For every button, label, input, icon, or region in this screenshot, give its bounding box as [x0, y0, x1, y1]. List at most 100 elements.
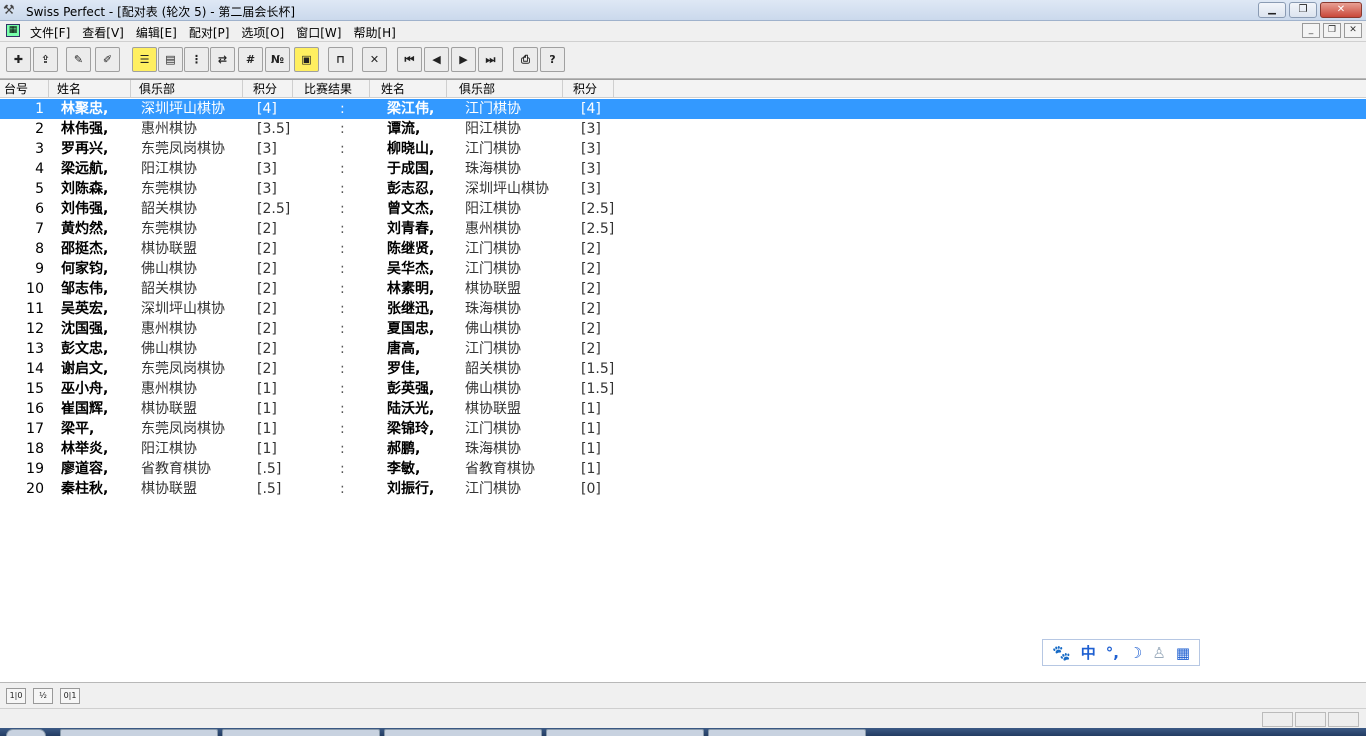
- result-cell[interactable]: :: [340, 419, 345, 439]
- pairing-row[interactable]: 14 谢启文, 东莞凤岗棋协 [2]: 罗佳, 韶关棋协 [1.5]: [0, 359, 1366, 379]
- last-round-icon[interactable]: ⏭: [478, 47, 503, 72]
- pairing-row[interactable]: 20 秦柱秋, 棋协联盟 [.5]: 刘振行, 江门棋协 [0]: [0, 479, 1366, 499]
- result-cell[interactable]: :: [340, 479, 345, 499]
- result-cell[interactable]: :: [340, 379, 345, 399]
- close-button[interactable]: ✕: [1320, 2, 1362, 18]
- result-white-win-button[interactable]: 1|0: [6, 688, 26, 704]
- result-cell[interactable]: :: [340, 439, 345, 459]
- pairing-row[interactable]: 9 何家钧, 佛山棋协 [2]: 吴华杰, 江门棋协 [2]: [0, 259, 1366, 279]
- standings-icon[interactable]: ▤: [158, 47, 183, 72]
- result-cell[interactable]: :: [340, 219, 345, 239]
- table-view-icon[interactable]: ⊓: [328, 47, 353, 72]
- edit-players-icon[interactable]: ✎: [66, 47, 91, 72]
- taskbar-item[interactable]: [546, 729, 704, 736]
- doc-minimize-button[interactable]: _: [1302, 23, 1320, 38]
- app-icon[interactable]: ⚒: [3, 3, 19, 18]
- pairing-row[interactable]: 3 罗再兴, 东莞凤岗棋协 [3]: 柳晓山, 江门棋协 [3]: [0, 139, 1366, 159]
- new-tournament-icon[interactable]: ✚: [6, 47, 31, 72]
- column-header-club1[interactable]: 俱乐部: [135, 80, 243, 98]
- pairing-row[interactable]: 7 黄灼然, 东莞棋协 [2]: 刘青春, 惠州棋协 [2.5]: [0, 219, 1366, 239]
- doc-close-button[interactable]: ✕: [1344, 23, 1362, 38]
- column-header-name2[interactable]: 姓名: [377, 80, 447, 98]
- result-cell[interactable]: :: [340, 399, 345, 419]
- restore-button[interactable]: ❐: [1289, 2, 1317, 18]
- pair-round-icon[interactable]: ⇄: [210, 47, 235, 72]
- delete-round-icon[interactable]: ✕: [362, 47, 387, 72]
- pairing-row[interactable]: 1 林聚忠, 深圳坪山棋协 [4]: 梁江伟, 江门棋协 [4]: [0, 99, 1366, 119]
- column-header-club2[interactable]: 俱乐部: [455, 80, 563, 98]
- pairing-row[interactable]: 4 梁远航, 阳江棋协 [3]: 于成国, 珠海棋协 [3]: [0, 159, 1366, 179]
- edit-players-yellow-icon[interactable]: ✐: [95, 47, 120, 72]
- pairing-row[interactable]: 2 林伟强, 惠州棋协 [3.5]: 谭流, 阳江棋协 [3]: [0, 119, 1366, 139]
- crosstable-icon[interactable]: ⋮: [184, 47, 209, 72]
- print-icon[interactable]: ⎙: [513, 47, 538, 72]
- pairing-row[interactable]: 15 巫小舟, 惠州棋协 [1]: 彭英强, 佛山棋协 [1.5]: [0, 379, 1366, 399]
- result-draw-button[interactable]: ½: [33, 688, 53, 704]
- menu-item[interactable]: 选项[O]: [235, 23, 290, 42]
- result-cell[interactable]: :: [340, 159, 345, 179]
- ime-mode-toggle[interactable]: 中: [1081, 642, 1096, 663]
- result-cell[interactable]: :: [340, 359, 345, 379]
- next-round-icon[interactable]: ▶: [451, 47, 476, 72]
- result-black-win-button[interactable]: 0|1: [60, 688, 80, 704]
- menu-item[interactable]: 编辑[E]: [130, 23, 183, 42]
- document-icon[interactable]: ▦: [6, 24, 20, 37]
- start-button[interactable]: [6, 729, 46, 736]
- pairing-row[interactable]: 5 刘陈森, 东莞棋协 [3]: 彭志忍, 深圳坪山棋协 [3]: [0, 179, 1366, 199]
- menu-item[interactable]: 帮助[H]: [347, 23, 401, 42]
- result-cell[interactable]: :: [340, 319, 345, 339]
- pairing-row[interactable]: 6 刘伟强, 韶关棋协 [2.5]: 曾文杰, 阳江棋协 [2.5]: [0, 199, 1366, 219]
- result-cell[interactable]: :: [340, 339, 345, 359]
- punctuation-icon[interactable]: °,: [1106, 644, 1119, 662]
- pairing-row[interactable]: 8 邵挺杰, 棋协联盟 [2]: 陈继贤, 江门棋协 [2]: [0, 239, 1366, 259]
- numbers-icon[interactable]: №: [265, 47, 290, 72]
- result-cell[interactable]: :: [340, 199, 345, 219]
- paw-icon[interactable]: 🐾: [1052, 644, 1071, 662]
- result-cell[interactable]: :: [340, 99, 345, 119]
- taskbar-item[interactable]: [222, 729, 380, 736]
- pairing-row[interactable]: 13 彭文忠, 佛山棋协 [2]: 唐高, 江门棋协 [2]: [0, 339, 1366, 359]
- menu-item[interactable]: 窗口[W]: [290, 23, 347, 42]
- pairing-row[interactable]: 17 梁平, 东莞凤岗棋协 [1]: 梁锦玲, 江门棋协 [1]: [0, 419, 1366, 439]
- pairing-row[interactable]: 11 吴英宏, 深圳坪山棋协 [2]: 张继迅, 珠海棋协 [2]: [0, 299, 1366, 319]
- minimize-button[interactable]: ▁: [1258, 2, 1286, 18]
- taskbar-item[interactable]: [708, 729, 866, 736]
- result-cell[interactable]: :: [340, 459, 345, 479]
- menu-item[interactable]: 配对[P]: [183, 23, 236, 42]
- column-header-name1[interactable]: 姓名: [53, 80, 131, 98]
- moon-icon[interactable]: ☽: [1129, 644, 1142, 662]
- previous-round-icon[interactable]: ◀: [424, 47, 449, 72]
- result-cell[interactable]: :: [340, 139, 345, 159]
- pairing-row[interactable]: 10 邹志伟, 韶关棋协 [2]: 林素明, 棋协联盟 [2]: [0, 279, 1366, 299]
- help-icon[interactable]: ?: [540, 47, 565, 72]
- column-header-points1[interactable]: 积分: [249, 80, 293, 98]
- result-cell[interactable]: :: [340, 119, 345, 139]
- column-header-points2[interactable]: 积分: [569, 80, 614, 98]
- result-cell[interactable]: :: [340, 179, 345, 199]
- result-cell[interactable]: :: [340, 299, 345, 319]
- status-panel: [1295, 712, 1326, 727]
- column-header-board[interactable]: 台号: [0, 80, 49, 98]
- open-tournament-icon[interactable]: ⇪: [33, 47, 58, 72]
- taskbar-item[interactable]: [384, 729, 542, 736]
- white-player-points: [1]: [257, 381, 277, 397]
- pairing-row[interactable]: 18 林举炎, 阳江棋协 [1]: 郝鹏, 珠海棋协 [1]: [0, 439, 1366, 459]
- first-round-icon[interactable]: ⏮: [397, 47, 422, 72]
- result-cell[interactable]: :: [340, 259, 345, 279]
- user-icon[interactable]: ♙: [1152, 644, 1165, 662]
- doc-restore-button[interactable]: ❐: [1323, 23, 1341, 38]
- menu-item[interactable]: 查看[V]: [76, 23, 130, 42]
- grid-menu-icon[interactable]: ▦: [1176, 644, 1190, 662]
- column-header-result[interactable]: 比赛结果: [300, 80, 370, 98]
- menu-item[interactable]: 文件[F]: [24, 23, 76, 42]
- pairing-row[interactable]: 16 崔国辉, 棋协联盟 [1]: 陆沃光, 棋协联盟 [1]: [0, 399, 1366, 419]
- report-icon[interactable]: ▣: [294, 47, 319, 72]
- pairing-row[interactable]: 12 沈国强, 惠州棋协 [2]: 夏国忠, 佛山棋协 [2]: [0, 319, 1366, 339]
- pairing-row[interactable]: 19 廖道容, 省教育棋协 [.5]: 李敏, 省教育棋协 [1]: [0, 459, 1366, 479]
- white-player-club: 省教育棋协: [141, 461, 211, 477]
- result-cell[interactable]: :: [340, 279, 345, 299]
- taskbar-item[interactable]: [60, 729, 218, 736]
- player-list-icon[interactable]: ☰: [132, 47, 157, 72]
- result-cell[interactable]: :: [340, 239, 345, 259]
- ratings-icon[interactable]: #: [238, 47, 263, 72]
